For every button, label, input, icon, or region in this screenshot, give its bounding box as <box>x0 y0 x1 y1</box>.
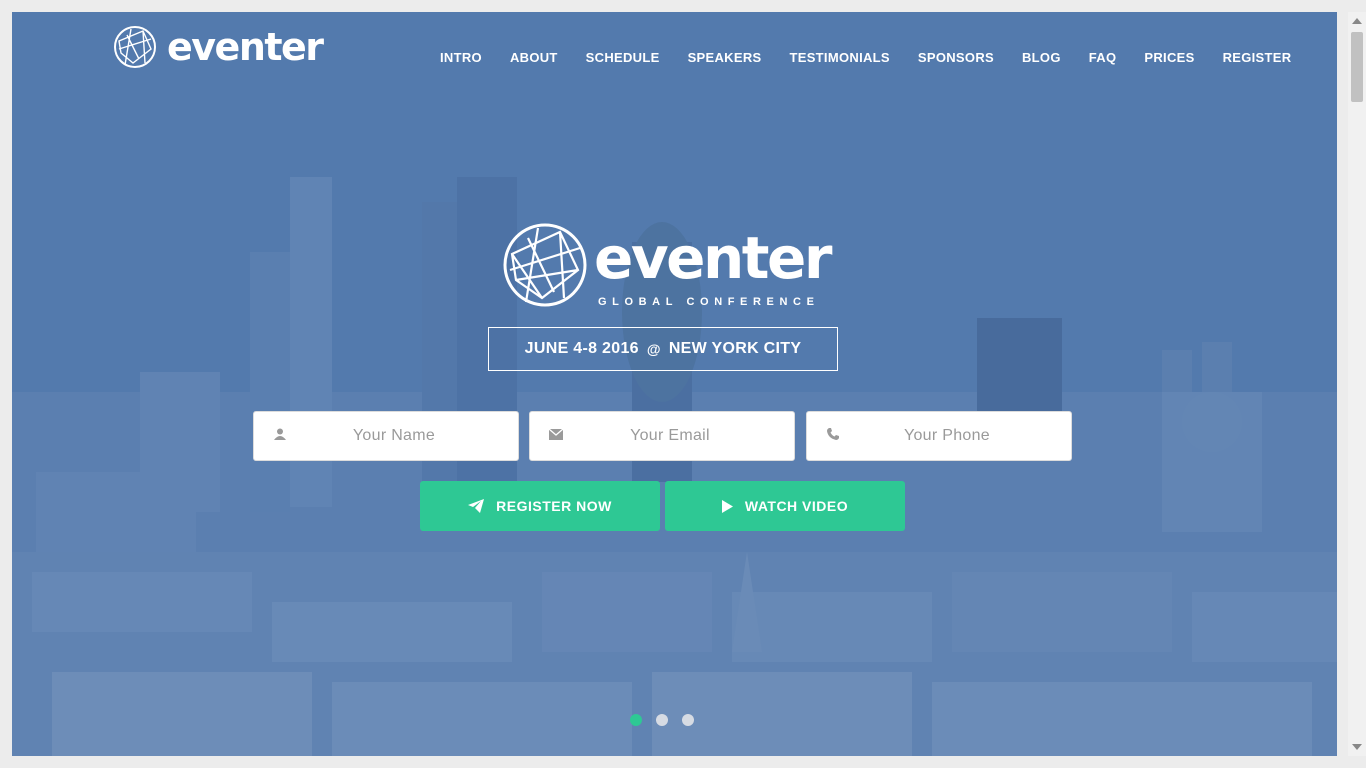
slider-dot-3[interactable] <box>682 714 694 726</box>
paper-plane-icon <box>468 499 485 513</box>
email-field <box>529 411 795 461</box>
hero-title: eventer <box>594 224 832 292</box>
brand-logo[interactable]: eventer <box>113 25 324 69</box>
hero-section <box>12 12 1337 756</box>
hero-subtitle: GLOBAL CONFERENCE <box>598 296 820 308</box>
event-date: JUNE 4-8 2016 <box>524 340 639 357</box>
email-input[interactable] <box>530 412 794 460</box>
play-icon <box>721 499 733 513</box>
main-nav: INTRO ABOUT SCHEDULE SPEAKERS TESTIMONIA… <box>440 50 1291 65</box>
nav-item-prices[interactable]: PRICES <box>1144 50 1194 65</box>
phone-input[interactable] <box>807 412 1071 460</box>
scrollbar-thumb[interactable] <box>1351 32 1363 102</box>
scroll-down-arrow-icon[interactable] <box>1352 744 1362 750</box>
nav-item-schedule[interactable]: SCHEDULE <box>586 50 660 65</box>
register-now-label: REGISTER NOW <box>496 498 612 514</box>
envelope-icon <box>548 428 564 444</box>
blue-overlay <box>12 12 1337 756</box>
slider-dot-1[interactable] <box>630 714 642 726</box>
user-icon <box>272 428 288 444</box>
nav-item-faq[interactable]: FAQ <box>1089 50 1117 65</box>
name-field <box>253 411 519 461</box>
phone-field <box>806 411 1072 461</box>
scrollbar[interactable] <box>1348 12 1366 756</box>
nav-item-testimonials[interactable]: TESTIMONIALS <box>790 50 890 65</box>
globe-mesh-icon <box>503 223 587 307</box>
register-now-button[interactable]: REGISTER NOW <box>420 481 660 531</box>
slider-dot-2[interactable] <box>656 714 668 726</box>
nav-item-speakers[interactable]: SPEAKERS <box>688 50 762 65</box>
nav-item-register[interactable]: REGISTER <box>1223 50 1292 65</box>
hero-logo: eventer GLOBAL CONFERENCE <box>502 222 832 318</box>
nav-item-about[interactable]: ABOUT <box>510 50 558 65</box>
name-input[interactable] <box>254 412 518 460</box>
brand-name: eventer <box>167 25 324 69</box>
slider-dots <box>630 714 694 726</box>
event-date-location: JUNE 4-8 2016 @ NEW YORK CITY <box>488 327 838 371</box>
nav-item-sponsors[interactable]: SPONSORS <box>918 50 994 65</box>
watch-video-button[interactable]: WATCH VIDEO <box>665 481 905 531</box>
scroll-up-arrow-icon[interactable] <box>1352 18 1362 24</box>
watch-video-label: WATCH VIDEO <box>744 498 849 514</box>
at-sign-icon: @ <box>646 341 661 357</box>
globe-mesh-icon <box>114 26 156 68</box>
nav-item-blog[interactable]: BLOG <box>1022 50 1061 65</box>
event-location: NEW YORK CITY <box>668 340 802 357</box>
phone-icon <box>825 428 841 444</box>
nav-item-intro[interactable]: INTRO <box>440 50 482 65</box>
